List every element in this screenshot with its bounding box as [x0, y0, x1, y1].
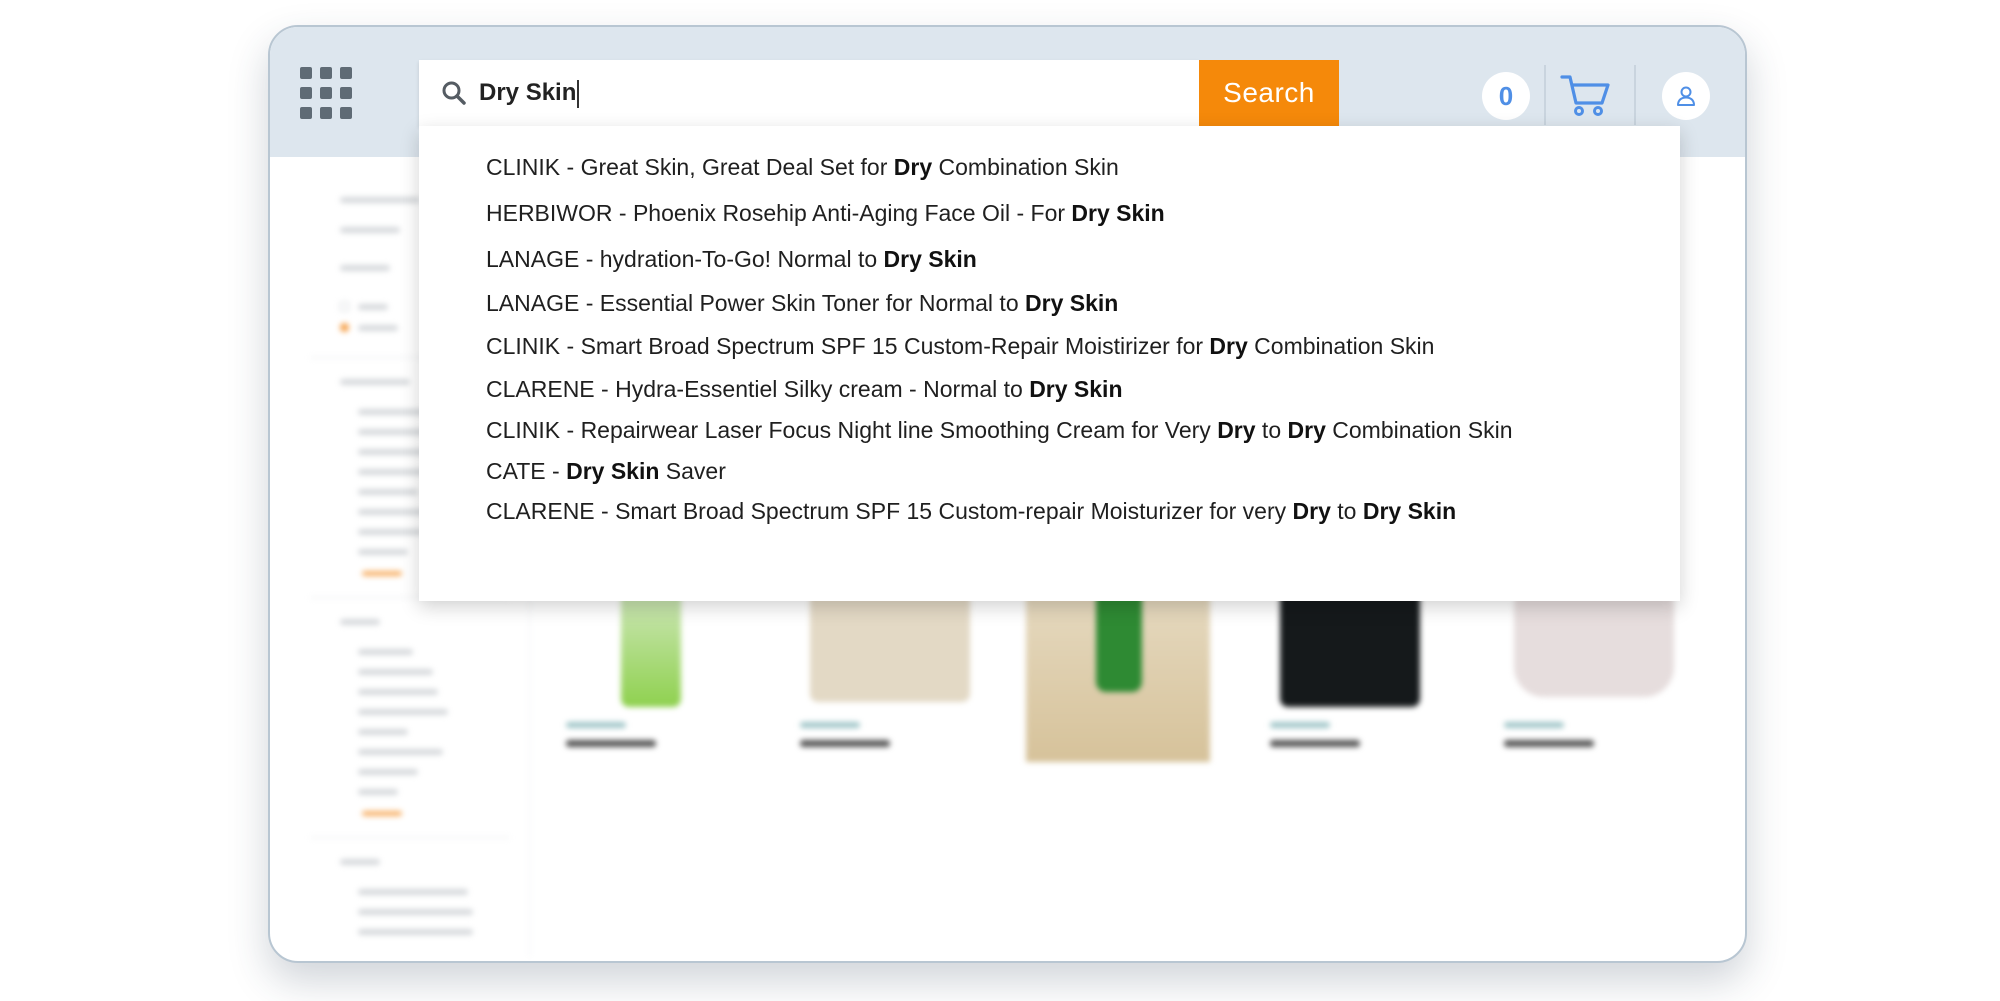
suggestion-text: CLARENE - Smart Broad Spectrum SPF 15 Cu…	[486, 498, 1293, 524]
suggestion-text: Combination Skin	[1247, 333, 1435, 359]
suggestion-match-text: Dry Skin	[1071, 200, 1165, 226]
search-icon	[442, 81, 466, 105]
suggestion-item[interactable]: CLARENE - Hydra-Essentiel Silky cream - …	[486, 376, 1123, 403]
suggestion-match-text: Dry Skin	[1029, 376, 1123, 402]
suggestion-match-text: Dry	[1292, 498, 1331, 524]
suggestion-text: CLARENE - Hydra-Essentiel Silky cream - …	[486, 376, 1030, 402]
suggestion-match-text: Dry	[1209, 333, 1248, 359]
search-suggestions-dropdown: CLINIK - Great Skin, Great Deal Set for …	[419, 126, 1680, 601]
suggestion-match-text: Dry	[1217, 417, 1256, 443]
suggestion-text: LANAGE - Essential Power Skin Toner for …	[486, 290, 1026, 316]
suggestion-text: CLINIK - Great Skin, Great Deal Set for	[486, 154, 894, 180]
suggestion-item[interactable]: LANAGE - hydration-To-Go! Normal to Dry …	[486, 246, 977, 273]
search-button[interactable]: Search	[1199, 60, 1339, 126]
suggestion-text: CATE -	[486, 458, 567, 484]
apps-grid-icon[interactable]	[300, 67, 352, 119]
suggestion-text: to	[1255, 417, 1288, 443]
suggestion-text: CLINIK - Repairwear Laser Focus Night li…	[486, 417, 1218, 443]
search-query-text: Dry Skin	[479, 79, 577, 106]
suggestion-match-text: Dry Skin	[1362, 498, 1457, 524]
app-window: Dry Skin Search 0 CLINIK - Great Skin, G…	[268, 25, 1747, 963]
suggestion-text: to	[1330, 498, 1363, 524]
suggestion-text: HERBIWOR - Phoenix Rosehip Anti-Aging Fa…	[486, 200, 1072, 226]
suggestion-text: Combination Skin	[932, 154, 1119, 180]
suggestion-match-text: Dry	[1287, 417, 1326, 443]
user-icon	[1677, 86, 1695, 106]
suggestion-text: CLINIK - Smart Broad Spectrum SPF 15 Cus…	[486, 333, 1210, 359]
product-image	[810, 592, 970, 702]
divider	[1634, 65, 1636, 125]
cart-icon[interactable]	[1560, 71, 1612, 119]
suggestion-item[interactable]: CLINIK - Great Skin, Great Deal Set for …	[486, 154, 1119, 181]
suggestion-match-text: Dry Skin	[566, 458, 660, 484]
cart-count-badge[interactable]: 0	[1482, 72, 1530, 120]
suggestion-match-text: Dry	[893, 154, 933, 180]
suggestion-item[interactable]: LANAGE - Essential Power Skin Toner for …	[486, 290, 1118, 317]
user-account-button[interactable]	[1662, 72, 1710, 120]
suggestion-text: Combination Skin	[1325, 417, 1513, 443]
suggestion-item[interactable]: CLARENE - Smart Broad Spectrum SPF 15 Cu…	[486, 498, 1456, 525]
suggestion-match-text: Dry Skin	[1025, 290, 1119, 316]
suggestion-match-text: Dry Skin	[883, 246, 977, 272]
text-caret	[577, 79, 580, 108]
suggestion-item[interactable]: CLINIK - Smart Broad Spectrum SPF 15 Cus…	[486, 333, 1434, 360]
suggestion-text: Saver	[659, 458, 726, 484]
search-box[interactable]: Dry Skin	[419, 60, 1199, 126]
suggestion-item[interactable]: CLINIK - Repairwear Laser Focus Night li…	[486, 417, 1513, 444]
suggestion-item[interactable]: HERBIWOR - Phoenix Rosehip Anti-Aging Fa…	[486, 200, 1165, 227]
suggestion-text: LANAGE - hydration-To-Go! Normal to	[486, 246, 884, 272]
suggestion-item[interactable]: CATE - Dry Skin Saver	[486, 458, 726, 485]
search-input[interactable]: Dry Skin	[479, 60, 1179, 126]
divider	[1544, 65, 1546, 125]
